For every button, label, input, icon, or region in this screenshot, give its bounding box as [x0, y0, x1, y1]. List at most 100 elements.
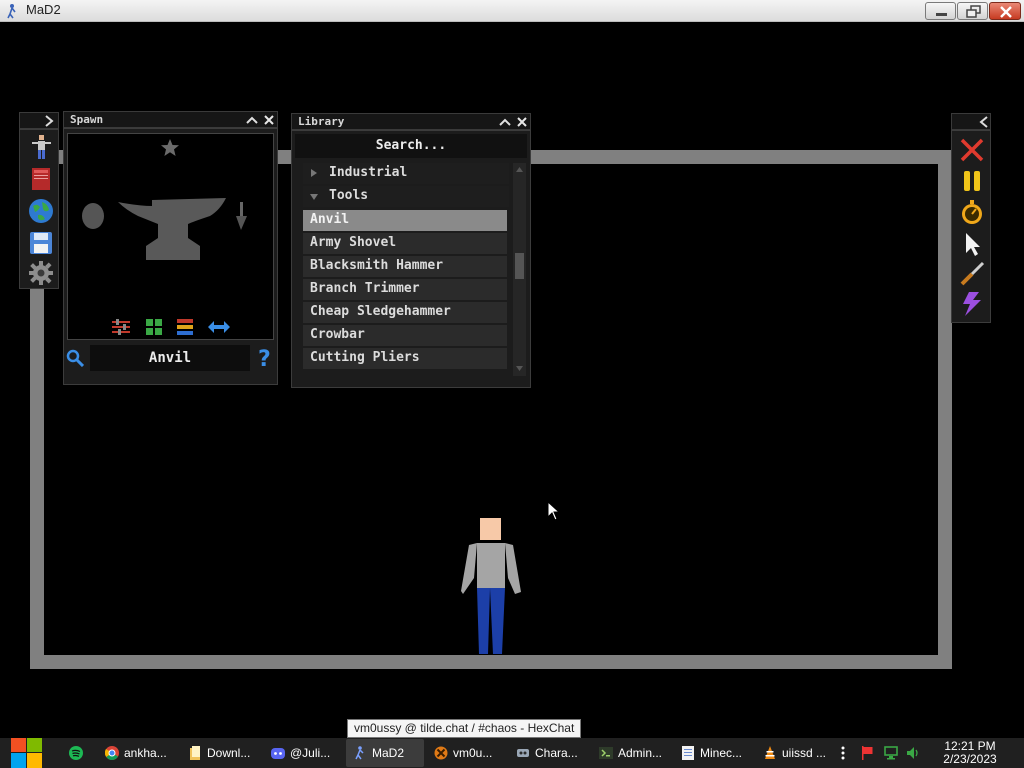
library-item-branch-trimmer[interactable]: Branch Trimmer [303, 279, 507, 300]
library-item-label: Blacksmith Hammer [310, 258, 444, 273]
taskbar-item-discord[interactable]: @Juli... [264, 739, 342, 767]
left-toolbar [19, 129, 59, 289]
scroll-up-arrow-icon[interactable] [515, 166, 524, 173]
taskbar-item-vlc[interactable]: uiissd ... [756, 739, 832, 767]
more-icon[interactable] [836, 746, 850, 760]
mad2-icon [355, 746, 364, 760]
clear-x-icon[interactable] [959, 137, 985, 163]
pause-icon[interactable] [959, 168, 985, 194]
taskbar-item-label: Downl... [207, 746, 251, 760]
taskbar: ankha... Downl... @Juli... MaD2 vm0u... [0, 738, 1024, 768]
windows-start-icon[interactable] [8, 738, 46, 768]
category-label: Industrial [329, 165, 408, 180]
ragdoll-right-arm[interactable] [505, 543, 521, 594]
library-item-label: Cutting Pliers [310, 350, 420, 365]
knife-icon[interactable] [959, 261, 985, 287]
anvil-icon[interactable] [118, 198, 230, 262]
ragdoll-torso[interactable] [477, 543, 505, 588]
taskbar-item-spotify[interactable] [62, 739, 94, 767]
restore-button[interactable] [957, 2, 988, 20]
close-spawn-button[interactable] [261, 112, 277, 127]
close-icon [264, 115, 274, 125]
spawn-selected-name: Anvil [148, 350, 192, 366]
ragdoll-human[interactable] [458, 518, 528, 656]
library-panel-title: Library [298, 115, 345, 128]
taskbar-item-label: Minec... [700, 746, 743, 760]
expand-arrow-icon [311, 169, 317, 177]
grid-icon[interactable] [146, 319, 162, 335]
volume-icon[interactable] [906, 746, 920, 760]
collapse-library-button[interactable] [497, 114, 513, 129]
vlc-icon [765, 746, 775, 759]
network-icon[interactable] [884, 746, 898, 760]
close-library-button[interactable] [514, 114, 530, 129]
close-icon [517, 117, 527, 127]
system-clock[interactable]: 12:21 PM 2/23/2023 [934, 740, 1006, 766]
taskbar-item-admin[interactable]: Admin... [592, 739, 672, 767]
book-icon[interactable] [28, 166, 54, 192]
taskbar-item-minecraft[interactable]: Minec... [674, 739, 754, 767]
chevron-right-icon[interactable] [44, 115, 54, 127]
gear-icon[interactable] [28, 260, 54, 286]
taskbar-item-label: Admin... [618, 746, 663, 760]
lightning-icon[interactable] [959, 291, 985, 317]
taskbar-item-hexchat[interactable]: vm0u... [427, 739, 505, 767]
library-scrollbar[interactable] [513, 163, 526, 376]
spawn-name-field[interactable]: Anvil [90, 345, 250, 371]
spawn-panel-title: Spawn [70, 113, 104, 126]
close-icon [1000, 6, 1012, 18]
library-item-label: Cheap Sledgehammer [310, 304, 451, 319]
category-label: Tools [329, 188, 369, 203]
ragdoll-left-leg[interactable] [477, 588, 490, 654]
library-item-anvil[interactable]: Anvil [303, 210, 507, 231]
pointer-icon[interactable] [959, 231, 985, 257]
flag-icon[interactable] [860, 746, 874, 760]
category-tools[interactable]: Tools [303, 186, 509, 207]
save-disk-icon[interactable] [28, 230, 54, 256]
list-icon[interactable] [177, 319, 193, 335]
collapse-spawn-button[interactable] [244, 112, 260, 127]
swap-arrows-icon[interactable] [208, 320, 230, 334]
close-window-button[interactable] [989, 2, 1021, 20]
chevron-up-icon [246, 116, 258, 124]
taskbar-item-mad2[interactable]: MaD2 [346, 739, 424, 767]
library-panel-header[interactable]: Library [291, 113, 531, 130]
taskbar-item-chrome[interactable]: ankha... [98, 739, 178, 767]
mouse-cursor-icon [547, 501, 561, 521]
chevron-left-icon[interactable] [979, 116, 989, 128]
library-item-cheap-sledgehammer[interactable]: Cheap Sledgehammer [303, 302, 507, 323]
egg-icon[interactable] [80, 200, 106, 230]
magnifier-icon[interactable] [66, 349, 84, 367]
right-toolbar [951, 130, 991, 323]
ragdoll-right-leg[interactable] [490, 588, 505, 654]
star-icon[interactable] [161, 139, 179, 156]
category-industrial[interactable]: Industrial [303, 163, 509, 184]
svg-text:?: ? [258, 347, 271, 369]
library-search-input[interactable]: Search... [295, 134, 527, 158]
taskbar-item-downloads[interactable]: Downl... [181, 739, 261, 767]
library-item-blacksmith-hammer[interactable]: Blacksmith Hammer [303, 256, 507, 277]
spawn-panel-header[interactable]: Spawn [63, 111, 278, 128]
trowel-icon[interactable] [235, 202, 249, 232]
ragdoll-left-arm[interactable] [461, 543, 477, 594]
scroll-down-arrow-icon[interactable] [515, 365, 524, 372]
ragdoll-icon[interactable] [28, 134, 54, 160]
globe-icon[interactable] [28, 198, 54, 224]
app-icon [517, 749, 529, 757]
window-title: MaD2 [26, 2, 61, 17]
library-item-army-shovel[interactable]: Army Shovel [303, 233, 507, 254]
right-toolbar-header [951, 113, 991, 130]
library-item-crowbar[interactable]: Crowbar [303, 325, 507, 346]
stopwatch-icon[interactable] [959, 199, 985, 225]
taskbar-item-chara[interactable]: Chara... [509, 739, 589, 767]
ragdoll-head[interactable] [480, 518, 501, 540]
clock-date: 2/23/2023 [943, 752, 997, 766]
sliders-icon[interactable] [112, 319, 130, 335]
question-icon[interactable]: ? [257, 347, 273, 369]
minimize-button[interactable] [925, 2, 956, 20]
spawn-preview[interactable] [67, 133, 274, 340]
notepad-icon [682, 746, 694, 760]
library-item-cutting-pliers[interactable]: Cutting Pliers [303, 348, 507, 369]
library-scroll-thumb[interactable] [515, 253, 524, 279]
library-item-label: Army Shovel [310, 235, 397, 250]
